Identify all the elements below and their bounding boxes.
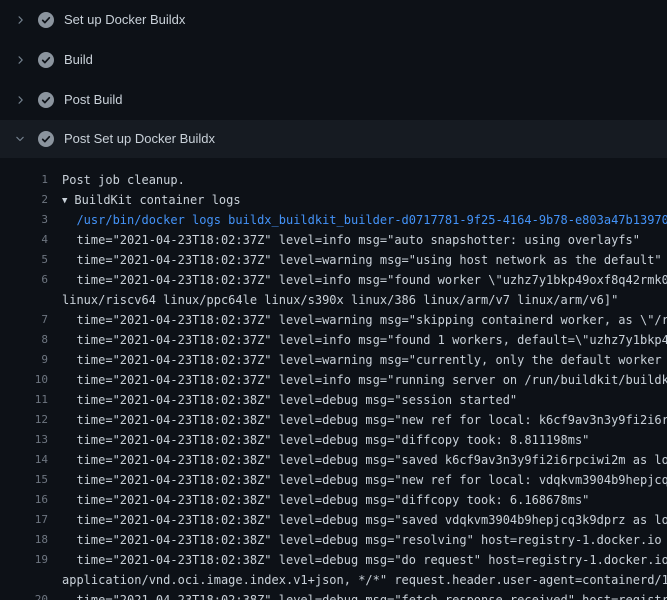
- log-line-text: time="2021-04-23T18:02:37Z" level=warnin…: [62, 310, 667, 330]
- log-row: 7 time="2021-04-23T18:02:37Z" level=warn…: [0, 310, 667, 330]
- log-line-number[interactable]: 6: [0, 270, 48, 290]
- step-label: Set up Docker Buildx: [64, 12, 185, 28]
- log-line-number[interactable]: 18: [0, 530, 48, 550]
- log-row: 3 /usr/bin/docker logs buildx_buildkit_b…: [0, 210, 667, 230]
- log-line-text: time="2021-04-23T18:02:38Z" level=debug …: [62, 490, 667, 510]
- log-row: 9 time="2021-04-23T18:02:37Z" level=warn…: [0, 350, 667, 370]
- log-line-number[interactable]: 16: [0, 490, 48, 510]
- log-row: 13 time="2021-04-23T18:02:38Z" level=deb…: [0, 430, 667, 450]
- log-line-text: time="2021-04-23T18:02:38Z" level=debug …: [62, 590, 667, 600]
- log-line-number[interactable]: 4: [0, 230, 48, 250]
- log-row: 10 time="2021-04-23T18:02:37Z" level=inf…: [0, 370, 667, 390]
- log-line-number[interactable]: 19: [0, 550, 48, 570]
- log-line-text: time="2021-04-23T18:02:38Z" level=debug …: [62, 530, 667, 550]
- log-line-number[interactable]: 14: [0, 450, 48, 470]
- log-line-text: time="2021-04-23T18:02:37Z" level=info m…: [62, 230, 667, 250]
- step-row[interactable]: Post Set up Docker Buildx: [0, 120, 667, 158]
- check-circle-icon: [38, 131, 54, 147]
- step-label: Post Build: [64, 92, 123, 108]
- step-row[interactable]: Build: [0, 40, 667, 80]
- check-circle-icon: [38, 92, 54, 108]
- log-line-text: Post job cleanup.: [62, 170, 667, 190]
- log-row: 15 time="2021-04-23T18:02:38Z" level=deb…: [0, 470, 667, 490]
- log-line-number[interactable]: 10: [0, 370, 48, 390]
- log-line-number[interactable]: 8: [0, 330, 48, 350]
- log-line-number: [0, 570, 48, 590]
- log-row: linux/riscv64 linux/ppc64le linux/s390x …: [0, 290, 667, 310]
- log-line-text: time="2021-04-23T18:02:38Z" level=debug …: [62, 430, 667, 450]
- log-line-text: ▼ BuildKit container logs: [62, 190, 667, 210]
- actions-log-viewer: Set up Docker Buildx Build Post Build Post …: [0, 0, 667, 600]
- log-line-number[interactable]: 20: [0, 590, 48, 600]
- log-line-text: time="2021-04-23T18:02:38Z" level=debug …: [62, 390, 667, 410]
- log-line-text: time="2021-04-23T18:02:38Z" level=debug …: [62, 450, 667, 470]
- log-row: 2 ▼ BuildKit container logs: [0, 190, 667, 210]
- log-line-text: time="2021-04-23T18:02:38Z" level=debug …: [62, 410, 667, 430]
- log-line-number[interactable]: 13: [0, 430, 48, 450]
- chevron-down-icon: [12, 131, 28, 147]
- log-line-text: time="2021-04-23T18:02:37Z" level=warnin…: [62, 350, 667, 370]
- log-row: 19 time="2021-04-23T18:02:38Z" level=deb…: [0, 550, 667, 570]
- log-row: 1 Post job cleanup.: [0, 170, 667, 190]
- log-line-number[interactable]: 3: [0, 210, 48, 230]
- log-row: 18 time="2021-04-23T18:02:38Z" level=deb…: [0, 530, 667, 550]
- log-line-text: time="2021-04-23T18:02:37Z" level=info m…: [62, 270, 667, 290]
- log-command-text: /usr/bin/docker logs buildx_buildkit_bui…: [62, 210, 667, 230]
- log-row: 8 time="2021-04-23T18:02:37Z" level=info…: [0, 330, 667, 350]
- log-line-number[interactable]: 7: [0, 310, 48, 330]
- steps-list: Set up Docker Buildx Build Post Build Post …: [0, 0, 667, 158]
- chevron-right-icon: [12, 92, 28, 108]
- log-row: 11 time="2021-04-23T18:02:38Z" level=deb…: [0, 390, 667, 410]
- log-line-text: time="2021-04-23T18:02:37Z" level=info m…: [62, 330, 667, 350]
- chevron-right-icon: [12, 12, 28, 28]
- log-line-number: [0, 290, 48, 310]
- chevron-right-icon: [12, 52, 28, 68]
- log-line-text: time="2021-04-23T18:02:38Z" level=debug …: [62, 510, 667, 530]
- log-line-text: time="2021-04-23T18:02:37Z" level=warnin…: [62, 250, 667, 270]
- log-line-number[interactable]: 12: [0, 410, 48, 430]
- log-line-text: time="2021-04-23T18:02:37Z" level=info m…: [62, 370, 667, 390]
- log-line-number[interactable]: 2: [0, 190, 48, 210]
- check-circle-icon: [38, 12, 54, 28]
- log-row: application/vnd.oci.image.index.v1+json,…: [0, 570, 667, 590]
- log-line-text: application/vnd.oci.image.index.v1+json,…: [62, 570, 667, 590]
- log-row: 5 time="2021-04-23T18:02:37Z" level=warn…: [0, 250, 667, 270]
- log-area: 1 Post job cleanup. 2 ▼ BuildKit container l…: [0, 158, 667, 600]
- log-line-number[interactable]: 5: [0, 250, 48, 270]
- triangle-down-icon[interactable]: ▼: [62, 191, 67, 210]
- log-row: 14 time="2021-04-23T18:02:38Z" level=deb…: [0, 450, 667, 470]
- log-row: 6 time="2021-04-23T18:02:37Z" level=info…: [0, 270, 667, 290]
- log-row: 20 time="2021-04-23T18:02:38Z" level=deb…: [0, 590, 667, 600]
- log-group-title: BuildKit container logs: [74, 193, 240, 207]
- log-line-number[interactable]: 9: [0, 350, 48, 370]
- check-circle-icon: [38, 52, 54, 68]
- log-row: 17 time="2021-04-23T18:02:38Z" level=deb…: [0, 510, 667, 530]
- log-line-number[interactable]: 17: [0, 510, 48, 530]
- step-row[interactable]: Set up Docker Buildx: [0, 0, 667, 40]
- step-label: Post Set up Docker Buildx: [64, 131, 215, 147]
- log-row: 16 time="2021-04-23T18:02:38Z" level=deb…: [0, 490, 667, 510]
- log-line-text: linux/riscv64 linux/ppc64le linux/s390x …: [62, 290, 667, 310]
- step-label: Build: [64, 52, 93, 68]
- log-line-number[interactable]: 1: [0, 170, 48, 190]
- log-line-number[interactable]: 11: [0, 390, 48, 410]
- log-row: 4 time="2021-04-23T18:02:37Z" level=info…: [0, 230, 667, 250]
- log-line-number[interactable]: 15: [0, 470, 48, 490]
- log-row: 12 time="2021-04-23T18:02:38Z" level=deb…: [0, 410, 667, 430]
- log-line-text: time="2021-04-23T18:02:38Z" level=debug …: [62, 470, 667, 490]
- log-line-text: time="2021-04-23T18:02:38Z" level=debug …: [62, 550, 667, 570]
- step-row[interactable]: Post Build: [0, 80, 667, 120]
